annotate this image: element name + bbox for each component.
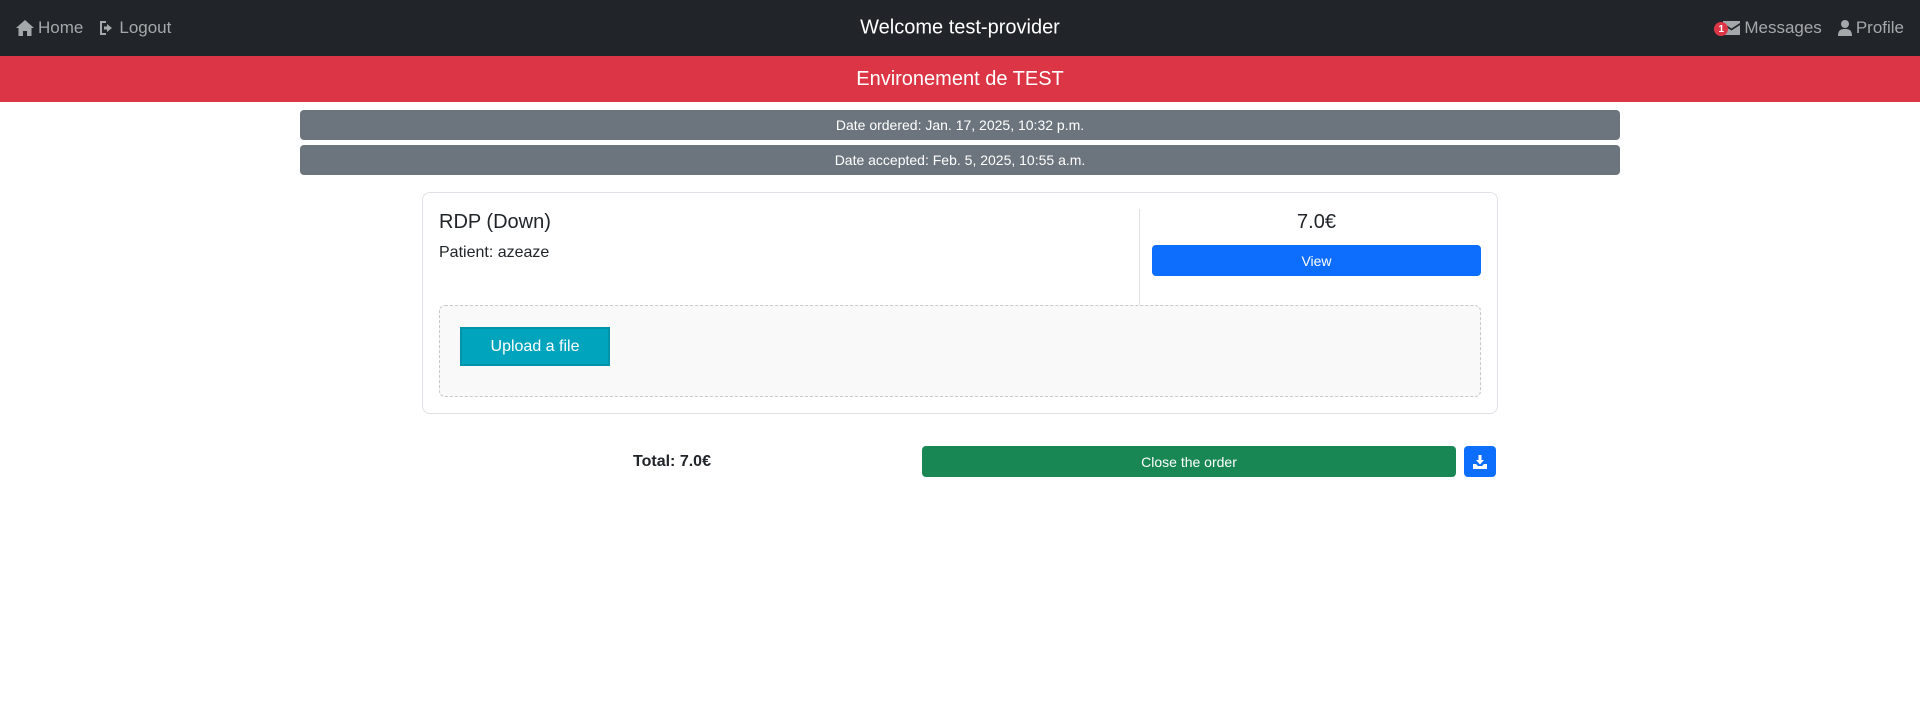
nav-left-group: Home Logout bbox=[16, 18, 171, 38]
messages-link[interactable]: 1 Messages bbox=[1714, 18, 1822, 38]
date-info: Date ordered: Jan. 17, 2025, 10:32 p.m. … bbox=[300, 110, 1620, 175]
messages-label: Messages bbox=[1744, 18, 1822, 37]
download-icon bbox=[1473, 454, 1487, 469]
home-link[interactable]: Home bbox=[16, 18, 83, 38]
home-label: Home bbox=[38, 18, 84, 37]
date-accepted: Date accepted: Feb. 5, 2025, 10:55 a.m. bbox=[300, 145, 1620, 175]
order-total: Total: 7.0€ bbox=[633, 452, 711, 470]
item-patient: Patient: azeaze bbox=[439, 244, 550, 261]
item-price: 7.0€ bbox=[1297, 211, 1336, 233]
logout-link[interactable]: Logout bbox=[99, 18, 171, 38]
order-item-header: RDP (Down) Patient: azeaze 7.0€ View bbox=[439, 209, 1481, 305]
profile-link[interactable]: Profile bbox=[1837, 18, 1904, 38]
home-icon bbox=[16, 20, 34, 36]
messages-icon-wrap: 1 bbox=[1714, 21, 1741, 36]
upload-file-button[interactable]: Upload a file bbox=[460, 327, 610, 366]
environment-banner: Environement de TEST bbox=[0, 56, 1920, 102]
top-navbar: Home Logout Welcome test-provider 1 Mess… bbox=[0, 0, 1920, 56]
logout-label: Logout bbox=[119, 18, 172, 37]
file-dropzone[interactable]: Upload a file bbox=[439, 305, 1481, 397]
nav-right-group: 1 Messages Profile bbox=[1714, 18, 1904, 38]
order-item-actions: 7.0€ View bbox=[1139, 209, 1481, 305]
view-button[interactable]: View bbox=[1152, 245, 1481, 276]
user-icon bbox=[1837, 20, 1852, 36]
order-item-details: RDP (Down) Patient: azeaze bbox=[439, 209, 1139, 305]
order-item-card: RDP (Down) Patient: azeaze 7.0€ View Upl… bbox=[422, 192, 1498, 414]
date-ordered: Date ordered: Jan. 17, 2025, 10:32 p.m. bbox=[300, 110, 1620, 140]
item-name: RDP (Down) bbox=[439, 211, 551, 233]
profile-label: Profile bbox=[1855, 18, 1904, 37]
close-order-button[interactable]: Close the order bbox=[922, 446, 1456, 477]
logout-icon bbox=[100, 21, 113, 35]
welcome-title: Welcome test-provider bbox=[860, 16, 1060, 39]
download-button[interactable] bbox=[1464, 446, 1496, 477]
order-footer: Total: 7.0€ Close the order bbox=[422, 446, 1498, 477]
